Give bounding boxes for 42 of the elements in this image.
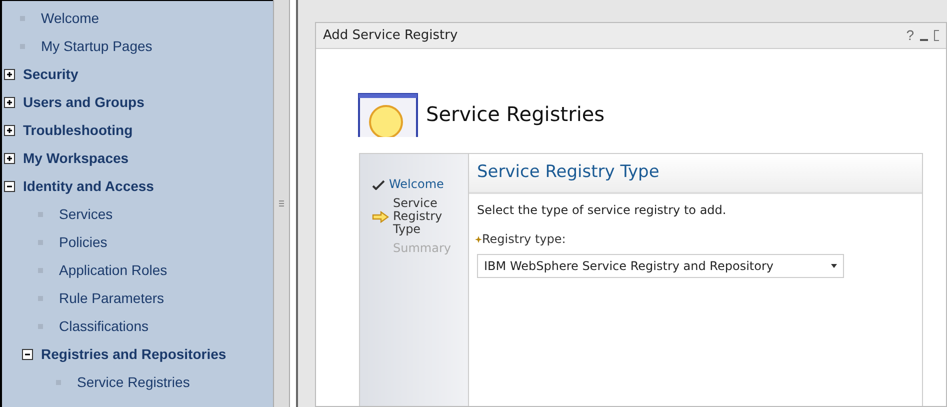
expand-icon[interactable]	[4, 152, 15, 164]
navigation-item[interactable]: Classifications	[59, 316, 148, 336]
navigation-item[interactable]: Services	[59, 204, 113, 224]
navigation-item[interactable]: Users and Groups	[23, 92, 144, 112]
registry-type-dropdown[interactable]: IBM WebSphere Service Registry and Repository	[477, 254, 844, 278]
navigation-item[interactable]: Welcome	[41, 8, 100, 28]
navigation-item[interactable]: Security	[23, 64, 78, 84]
navigation-item[interactable]: Identity and Access	[23, 176, 154, 196]
wizard-page-title: Service Registry Type	[477, 161, 660, 184]
help-button[interactable]: ?	[906, 25, 914, 46]
bullet-icon	[38, 296, 43, 300]
expand-icon[interactable]	[4, 96, 15, 108]
bullet-icon	[38, 324, 43, 328]
navigation-item[interactable]: Policies	[59, 232, 108, 252]
expand-icon[interactable]	[4, 124, 15, 136]
navigation-item[interactable]: My Workspaces	[23, 148, 129, 168]
navigation-item[interactable]: Rule Parameters	[59, 288, 164, 308]
navigation-item[interactable]: My Startup Pages	[41, 36, 152, 56]
wizard-step: Service Registry Type	[393, 197, 453, 236]
dropdown-arrow-icon	[831, 264, 837, 268]
collapse-icon[interactable]	[4, 180, 15, 192]
wizard-step: Welcome	[389, 178, 449, 191]
instruction-text: Select the type of service registry to add.	[476, 202, 728, 219]
bullet-icon	[38, 268, 43, 272]
wizard-step: Summary	[393, 242, 453, 255]
field-label: Registry type:	[482, 231, 566, 248]
grip-icon	[279, 200, 284, 207]
page-heading: Service Registries	[426, 101, 605, 128]
navigation-item[interactable]: Troubleshooting	[23, 120, 133, 140]
navigation-item[interactable]: Service Registries	[77, 372, 190, 392]
bullet-icon	[38, 240, 43, 244]
navigation-item[interactable]: Application Roles	[59, 260, 168, 280]
navigation-item[interactable]: Registries and Repositories	[41, 344, 226, 364]
bullet-icon	[38, 212, 43, 216]
registry-icon	[358, 93, 418, 137]
maximize-icon[interactable]	[934, 30, 939, 41]
bullet-icon	[20, 16, 25, 20]
expand-icon[interactable]	[4, 68, 15, 80]
dialog-title: Add Service Registry	[323, 26, 458, 45]
collapse-icon[interactable]	[22, 348, 33, 360]
bullet-icon	[56, 380, 61, 384]
bullet-icon	[20, 44, 25, 48]
